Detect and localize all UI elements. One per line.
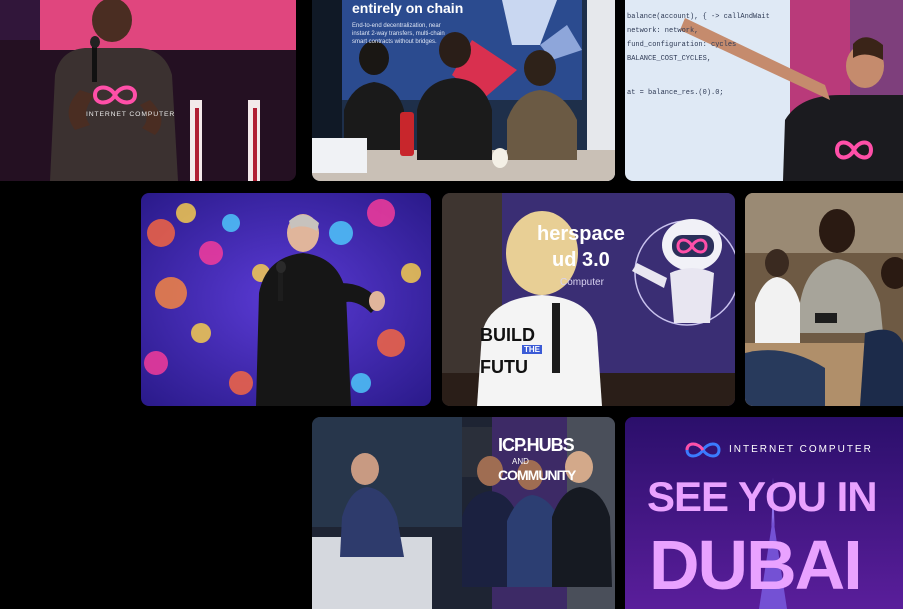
banner-heading: entirely on chain bbox=[352, 0, 464, 16]
dubai-line-2: DUBAI bbox=[649, 526, 863, 604]
banner-line-3: Computer bbox=[560, 277, 604, 288]
hubs-banner-line-2: AND bbox=[512, 457, 529, 466]
photo-speaker-man bbox=[141, 193, 431, 406]
photo-presenter-whiteboard: balance(account), { -> callAndWait netwo… bbox=[625, 0, 903, 181]
dubai-brand: INTERNET COMPUTER bbox=[729, 444, 873, 455]
shirt-line-1: BUILD bbox=[480, 325, 535, 345]
speaker-man-scene bbox=[141, 193, 431, 406]
code-line: BALANCE_COST_CYCLES, bbox=[627, 55, 712, 63]
photo-speaker-woman: INTERNET COMPUTER bbox=[0, 0, 296, 181]
shirt-line-2: THE bbox=[522, 345, 542, 354]
whiteboard-code: balance(account), { -> callAndWait netwo… bbox=[627, 10, 787, 100]
shirt-text: INTERNET COMPUTER bbox=[86, 110, 176, 118]
banner-line-1: herspace bbox=[537, 223, 625, 245]
graphic-see-you-in-dubai: INTERNET COMPUTER SEE YOU IN DUBAI bbox=[625, 417, 903, 609]
photo-event-banner: herspace ud 3.0 Computer BUILD THE FUTU bbox=[442, 193, 735, 406]
photo-icp-hubs-panel: ICP.HUBS AND COMMUNITY bbox=[312, 417, 615, 609]
code-line: fund_configuration: cycles bbox=[627, 41, 737, 49]
dubai-line-1: SEE YOU IN bbox=[647, 473, 878, 520]
code-line: network: network, bbox=[627, 27, 699, 35]
shirt-line-3: FUTU bbox=[480, 357, 528, 377]
infinity-logo-icon bbox=[92, 85, 138, 105]
code-line: at = balance_res.(0).0; bbox=[627, 89, 724, 97]
workshop-scene bbox=[745, 193, 903, 406]
hubs-banner-line-1: ICP.HUBS bbox=[498, 435, 575, 455]
banner-line-2: ud 3.0 bbox=[552, 249, 610, 271]
banner-body: End-to-end decentralization, near instan… bbox=[352, 23, 445, 45]
photo-workshop bbox=[745, 193, 903, 406]
code-line: balance(account), { -> callAndWait bbox=[627, 13, 770, 21]
hubs-banner-line-3: COMMUNITY bbox=[498, 467, 576, 483]
photo-panel-discussion: entirely on chain End-to-end decentraliz… bbox=[312, 0, 615, 181]
